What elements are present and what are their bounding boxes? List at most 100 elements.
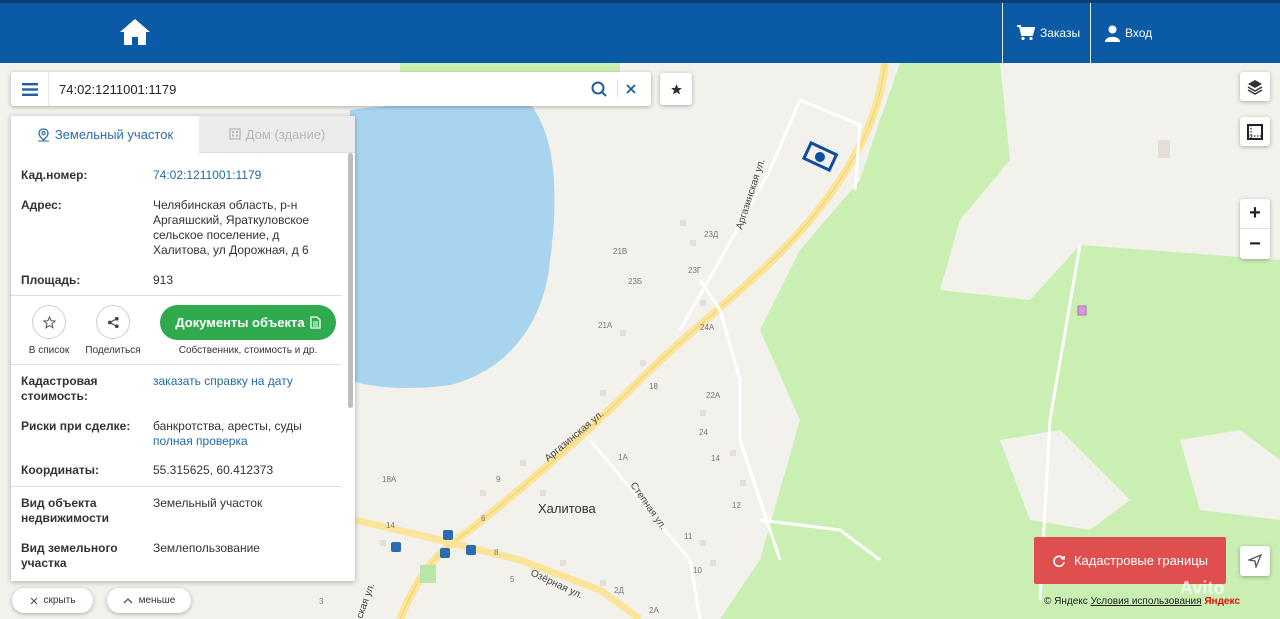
hide-label: скрыть	[43, 595, 76, 606]
full-check-link[interactable]: полная проверка	[153, 434, 343, 449]
order-certificate-link[interactable]: заказать справку на дату	[153, 374, 343, 389]
login-button[interactable]: Вход	[1090, 3, 1280, 63]
layers-icon	[1247, 79, 1263, 95]
layers-button[interactable]	[1240, 72, 1270, 101]
house-number: 8	[494, 548, 499, 557]
location-pin-icon	[37, 127, 49, 141]
orders-label: Заказы	[1040, 26, 1081, 40]
share-label: Поделиться	[85, 345, 141, 356]
house-number: 21А	[598, 321, 613, 330]
field-label: Адрес:	[21, 198, 62, 212]
label-line: недвижимости	[21, 511, 109, 525]
divider	[11, 364, 341, 365]
house-number: 23Г	[688, 266, 702, 275]
add-to-list-button[interactable]	[32, 305, 66, 339]
favorite-button[interactable]	[660, 73, 692, 105]
search-input[interactable]	[59, 79, 579, 99]
top-header: Заказы Вход	[0, 0, 1280, 63]
house-number: 9	[496, 475, 501, 484]
orders-button[interactable]: Заказы	[1002, 3, 1090, 63]
map-attribution: © Яндекс Условия использования Яндекс	[1044, 596, 1240, 607]
terms-link[interactable]: Условия использования	[1091, 596, 1202, 607]
refresh-icon	[1053, 554, 1066, 567]
house-number: 14	[386, 521, 395, 530]
land-type-value: Землепользование	[153, 541, 260, 555]
object-documents-button[interactable]: Документы объекта	[160, 305, 336, 340]
scrollbar[interactable]	[348, 153, 353, 408]
share-icon	[107, 316, 119, 328]
label-line: участка	[21, 556, 67, 570]
chevron-up-icon	[123, 598, 133, 604]
zoom-out-button[interactable]: −	[1240, 229, 1270, 259]
yandex-logo[interactable]: Яндекс	[1204, 596, 1240, 607]
house-number: 23Б	[628, 277, 642, 286]
house-number: 1А	[618, 453, 628, 462]
house-number: 24	[699, 428, 708, 437]
object-tabs: Земельный участок Дом (здание)	[11, 116, 355, 153]
search-bar	[11, 72, 651, 106]
tab-label: Дом (здание)	[245, 126, 326, 142]
login-label: Вход	[1125, 26, 1153, 40]
house-number: 11	[684, 532, 693, 541]
address-value: Челябинская область, р-н Аргаяшский, Яра…	[153, 198, 343, 258]
field-label: Вид земельного участка	[21, 541, 149, 571]
house-number: 2Д	[614, 586, 624, 595]
frame-button[interactable]	[1240, 117, 1270, 146]
navigation-arrow-icon	[1248, 554, 1262, 568]
house-number: 18А	[382, 475, 397, 484]
tab-label: Земельный участок	[54, 127, 174, 142]
label-line: стоимость:	[21, 389, 88, 403]
zoom-in-button[interactable]: +	[1240, 199, 1270, 229]
cadastral-borders-button[interactable]: Кадастровые границы	[1034, 537, 1226, 584]
object-info-panel: Земельный участок Дом (здание) Кад.номер…	[11, 116, 355, 581]
house-number: 10	[693, 566, 702, 575]
attribution-text: © Яндекс	[1044, 596, 1088, 607]
house-number: 18	[649, 382, 658, 391]
docs-subtitle: Собственник, стоимость и др.	[178, 345, 318, 356]
house-number: 22А	[706, 391, 721, 400]
close-icon[interactable]	[622, 80, 640, 98]
tab-house[interactable]: Дом (здание)	[199, 116, 355, 153]
house-number: 14	[711, 454, 720, 463]
house-number: 23Д	[704, 230, 719, 239]
add-to-list-label: В список	[28, 345, 70, 356]
coordinates-value: 55.315625, 60.412373	[153, 463, 274, 477]
address-line: Челябинская область, р-н	[153, 198, 298, 212]
risks-value: банкротства, аресты, суды полная проверк…	[153, 419, 343, 449]
object-type-value: Земельный участок	[153, 496, 263, 510]
share-button[interactable]	[96, 305, 130, 339]
menu-icon[interactable]	[11, 72, 49, 106]
geolocation-button[interactable]	[1240, 546, 1270, 576]
star-icon	[670, 83, 682, 94]
tab-land-plot[interactable]: Земельный участок	[11, 116, 199, 153]
collapse-panel-button[interactable]: меньше	[107, 588, 191, 613]
user-icon	[1105, 25, 1120, 42]
area-value: 913	[153, 273, 174, 287]
hide-panel-button[interactable]: скрыть	[12, 588, 93, 613]
cadnum-link[interactable]: 74:02:1211001:1179	[153, 168, 343, 183]
house-number: 5	[510, 575, 515, 584]
zoom-control: + −	[1240, 199, 1270, 259]
field-label: Кадастровая стоимость:	[21, 374, 149, 404]
village-label: Халитова	[538, 501, 597, 516]
less-label: меньше	[138, 595, 176, 606]
field-label: Площадь:	[21, 273, 81, 287]
building-icon	[229, 128, 241, 140]
house-number: 3	[319, 597, 324, 606]
divider	[11, 486, 341, 487]
field-label: Координаты:	[21, 463, 100, 477]
house-number: 21В	[613, 247, 627, 256]
divider	[617, 81, 618, 97]
field-label: Риски при сделке:	[21, 419, 131, 433]
close-icon	[30, 597, 37, 604]
address-line: сельское поселение, д	[153, 228, 280, 242]
home-icon[interactable]	[118, 17, 152, 47]
star-outline-icon	[42, 315, 56, 329]
field-label: Кад.номер:	[21, 168, 88, 182]
house-number: 12	[732, 501, 741, 510]
risks-text: банкротства, аресты, суды	[153, 419, 302, 433]
docs-button-label: Документы объекта	[175, 315, 305, 330]
search-icon[interactable]	[590, 80, 608, 98]
frame-icon	[1247, 123, 1263, 140]
label-line: Вид земельного	[21, 541, 118, 555]
